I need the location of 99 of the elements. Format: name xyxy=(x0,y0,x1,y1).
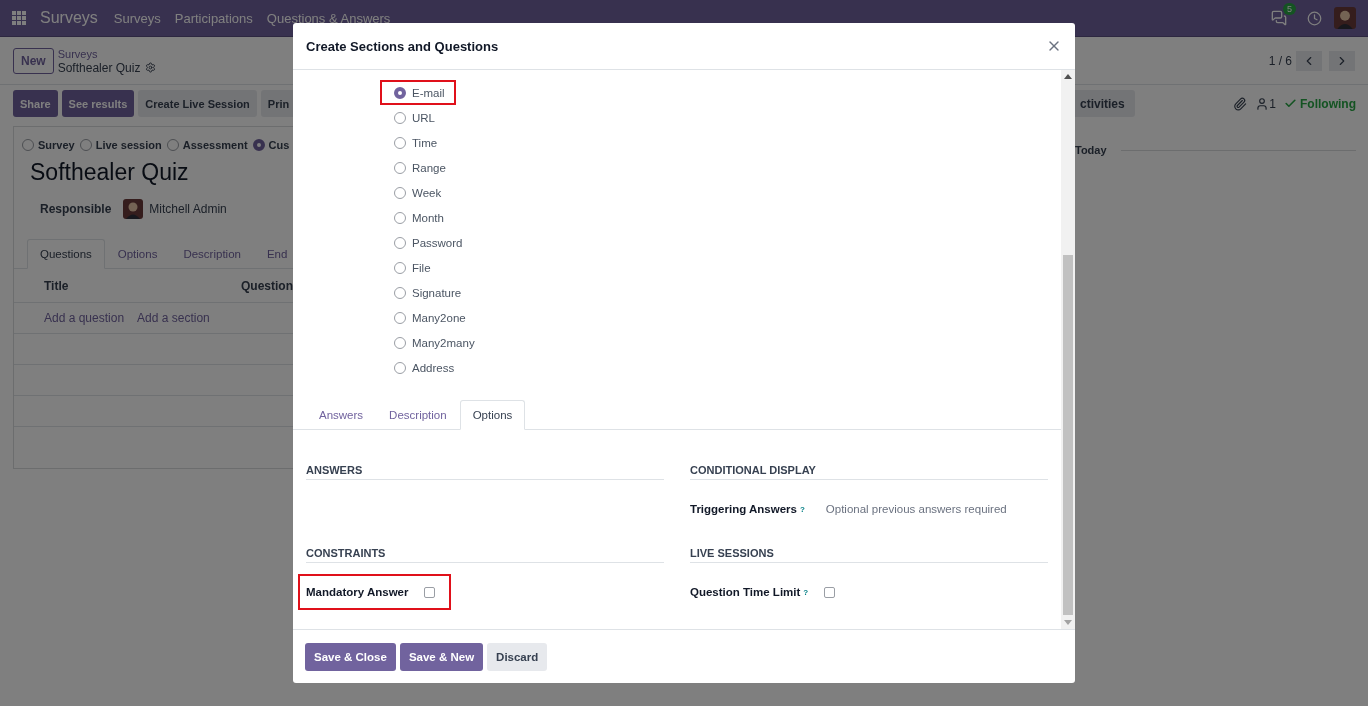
radio-option[interactable]: Address xyxy=(380,355,466,380)
radio-option[interactable]: Week xyxy=(380,180,453,205)
date-divider: Today xyxy=(1075,144,1107,156)
radio-button[interactable] xyxy=(394,111,406,124)
radio-label: Many2one xyxy=(412,311,466,324)
clock-icon[interactable] xyxy=(1307,10,1322,26)
radio-label: Signature xyxy=(412,286,462,299)
radio-option[interactable]: File xyxy=(380,255,442,280)
radio-label: Survey xyxy=(38,139,75,151)
radio-button[interactable] xyxy=(394,286,406,299)
field-label: Triggering Answers xyxy=(690,503,797,515)
field-label: Responsible xyxy=(40,202,112,216)
checkbox[interactable] xyxy=(824,586,836,598)
radio-label: E-mail xyxy=(412,86,445,99)
radio-button[interactable] xyxy=(394,211,406,224)
checkbox[interactable] xyxy=(424,586,436,598)
column-header: Question xyxy=(241,278,293,293)
add-link[interactable]: Add a question xyxy=(44,311,125,325)
app-name[interactable]: Surveys xyxy=(40,9,98,27)
radio-button[interactable] xyxy=(22,139,34,151)
tab[interactable]: Description xyxy=(376,400,460,430)
dialog-button[interactable]: Discard xyxy=(487,642,548,671)
scroll-up-icon[interactable] xyxy=(1064,74,1072,79)
messages-icon[interactable] xyxy=(1271,10,1287,26)
tab[interactable]: Questions xyxy=(27,239,105,269)
section-title: CONSTRAINTS xyxy=(306,547,664,563)
radio-button[interactable] xyxy=(394,86,406,99)
scrollbar[interactable] xyxy=(1061,70,1075,629)
dialog-button[interactable]: Save & New xyxy=(399,642,484,671)
radio-option[interactable]: Range xyxy=(380,155,457,180)
record-name: Softhealer Quiz xyxy=(57,60,141,75)
previous-button[interactable] xyxy=(1296,50,1322,71)
radio-button[interactable] xyxy=(394,136,406,149)
radio-label: Address xyxy=(412,361,455,374)
pager-text: 1 / 6 xyxy=(1268,53,1292,68)
user-icon[interactable] xyxy=(1255,96,1270,111)
radio-button[interactable] xyxy=(394,361,406,374)
breadcrumb-link[interactable]: Surveys xyxy=(57,46,157,61)
tab[interactable]: Description xyxy=(170,239,254,269)
check-icon xyxy=(1284,97,1297,110)
radio-option[interactable]: Many2many xyxy=(380,330,486,355)
apps-grid-icon[interactable] xyxy=(12,11,26,25)
message-count-badge: 5 xyxy=(1283,3,1296,15)
radio-button[interactable] xyxy=(394,311,406,324)
radio-label: Range xyxy=(412,161,446,174)
scroll-down-icon[interactable] xyxy=(1064,620,1072,625)
column-header: Title xyxy=(44,278,70,293)
field-label: Question Time Limit xyxy=(690,586,801,598)
next-button[interactable] xyxy=(1329,50,1355,71)
radio-label: Cus xyxy=(268,139,290,151)
radio-option[interactable]: Time xyxy=(380,130,449,155)
radio-option[interactable]: URL xyxy=(380,105,446,130)
menu-item[interactable]: Surveys xyxy=(113,10,161,26)
follower-count[interactable]: 1 xyxy=(1269,96,1276,111)
radio-label: Time xyxy=(412,136,438,149)
section-title: ANSWERS xyxy=(306,464,664,480)
paperclip-icon[interactable] xyxy=(1233,96,1248,111)
menu-item[interactable]: Participations xyxy=(174,10,253,26)
radio-button[interactable] xyxy=(394,186,406,199)
radio-label: Password xyxy=(412,236,463,249)
radio-button[interactable] xyxy=(252,139,265,151)
settings-icon[interactable] xyxy=(145,62,157,73)
action-button[interactable]: See results xyxy=(61,90,135,117)
radio-label: Month xyxy=(412,211,444,224)
radio-label: Many2many xyxy=(412,336,475,349)
tab[interactable]: Options xyxy=(459,400,526,430)
radio-option[interactable]: Many2one xyxy=(380,305,477,330)
radio-label: Assessment xyxy=(182,139,248,151)
action-button[interactable]: Share xyxy=(13,90,58,117)
radio-label: Week xyxy=(412,186,442,199)
help-mark[interactable]: ? xyxy=(803,587,809,597)
radio-option[interactable]: Password xyxy=(380,230,474,255)
radio-button[interactable] xyxy=(394,236,406,249)
radio-button[interactable] xyxy=(166,139,179,151)
user-avatar[interactable] xyxy=(1334,7,1356,29)
radio-label: Live session xyxy=(95,139,162,151)
add-link[interactable]: Add a section xyxy=(137,311,210,325)
menu-item[interactable]: Questions & Answers xyxy=(266,10,391,26)
tab[interactable]: Options xyxy=(104,239,171,269)
section-title: LIVE SESSIONS xyxy=(690,547,1048,563)
radio-button[interactable] xyxy=(394,336,406,349)
radio-button[interactable] xyxy=(394,261,406,274)
user-avatar xyxy=(123,199,144,219)
action-button[interactable]: Create Live Session xyxy=(138,90,257,117)
dialog-title: Create Sections and Questions xyxy=(306,38,499,54)
survey-title: Softhealer Quiz xyxy=(30,159,189,186)
new-button[interactable]: New xyxy=(13,47,54,74)
radio-button[interactable] xyxy=(79,139,92,151)
field-label: Mandatory Answer xyxy=(306,586,409,598)
dialog-button[interactable]: Save & Close xyxy=(305,642,396,671)
section-title: CONDITIONAL DISPLAY xyxy=(690,464,1048,480)
radio-option[interactable]: Signature xyxy=(380,280,473,305)
tab[interactable]: Answers xyxy=(306,400,377,430)
radio-button[interactable] xyxy=(394,161,406,174)
help-mark[interactable]: ? xyxy=(799,504,805,514)
radio-label: URL xyxy=(412,111,435,124)
responsible-name: Mitchell Admin xyxy=(149,202,227,216)
radio-option[interactable]: Month xyxy=(380,205,455,230)
radio-label: File xyxy=(412,261,431,274)
